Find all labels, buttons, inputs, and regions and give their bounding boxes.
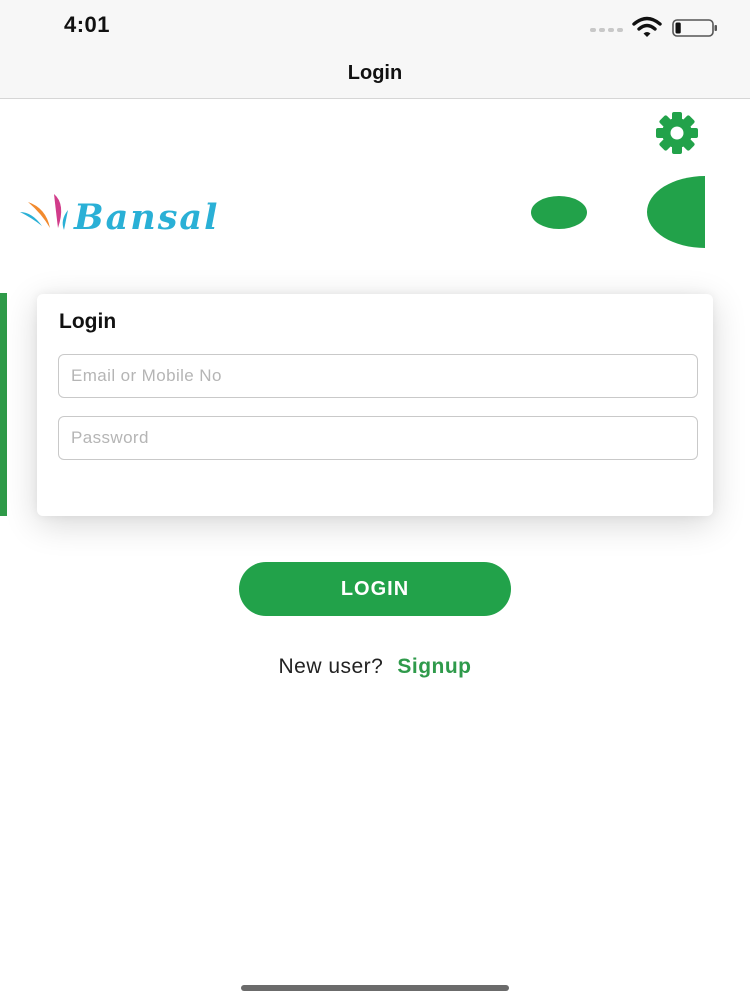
signup-row: New user? Signup: [0, 655, 750, 679]
wifi-icon: [632, 16, 662, 37]
status-bar: 4:01: [0, 0, 750, 50]
login-card-title: Login: [59, 310, 117, 333]
home-indicator: [241, 985, 509, 991]
signal-dots-icon: [590, 28, 623, 32]
gear-icon[interactable]: [645, 112, 709, 154]
decor-half-circle: [647, 176, 705, 248]
page-title: Login: [347, 62, 403, 84]
email-field[interactable]: [58, 354, 698, 398]
signup-prompt: New user?: [278, 655, 384, 678]
status-time: 4:01: [64, 12, 111, 37]
password-field[interactable]: [58, 416, 698, 460]
left-accent-bar: [0, 293, 7, 516]
battery-icon: [672, 19, 717, 37]
brand-logo: Bansal: [18, 190, 294, 238]
nav-bar: Login: [0, 50, 750, 99]
login-card: Login: [37, 294, 713, 516]
decor-dot: [531, 196, 587, 229]
signup-link[interactable]: Signup: [397, 655, 471, 678]
login-button[interactable]: LOGIN: [239, 562, 511, 616]
brand-name: Bansal: [73, 197, 219, 238]
